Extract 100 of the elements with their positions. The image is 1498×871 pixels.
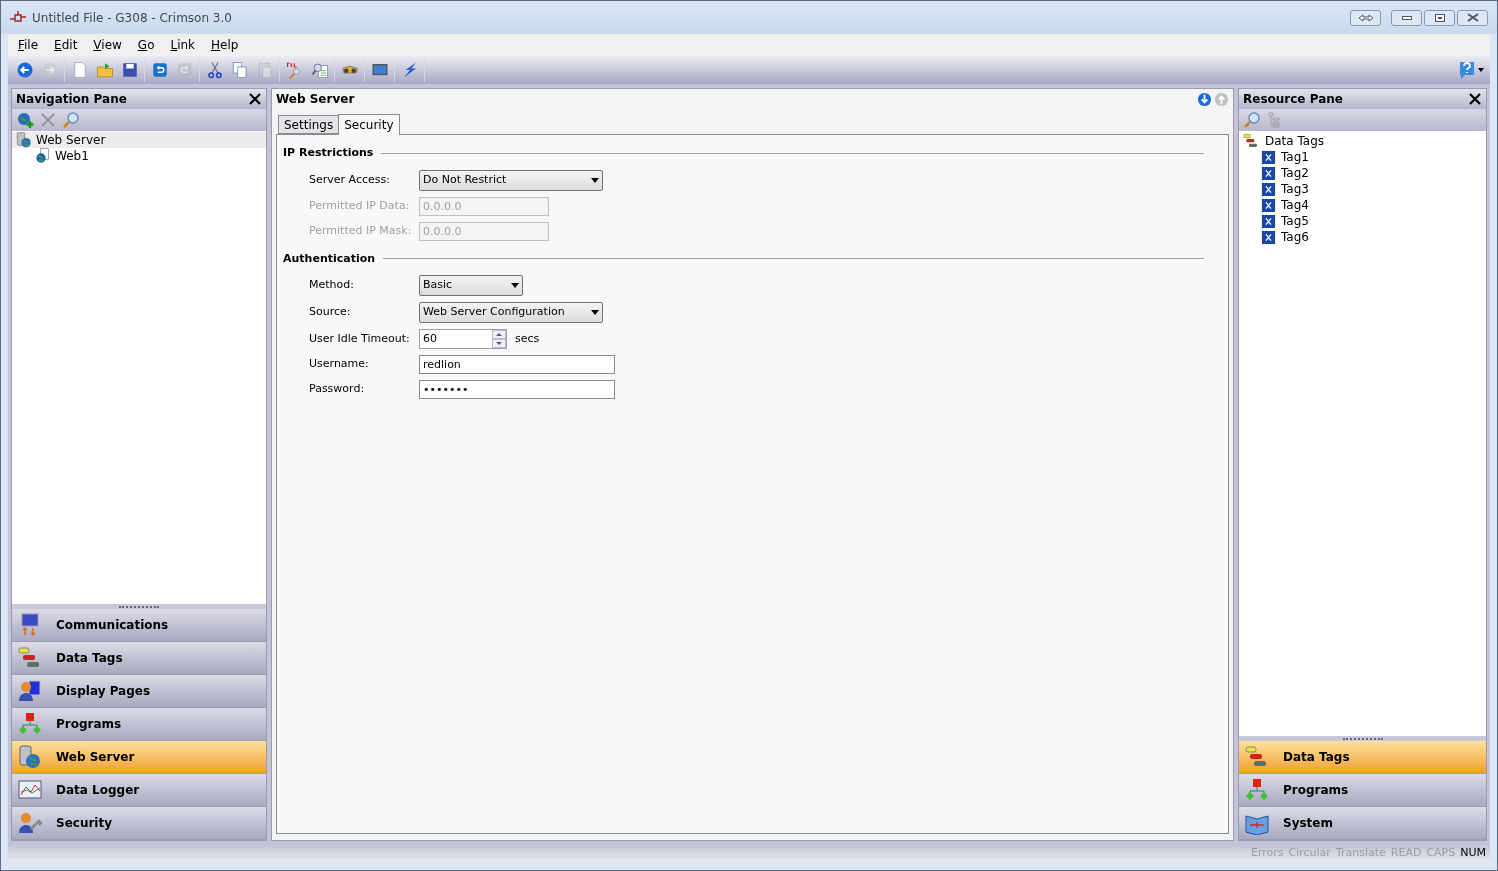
close-button[interactable] — [248, 92, 262, 106]
field-label: Permitted IP Mask: — [309, 222, 413, 239]
minimize-icon — [1401, 15, 1412, 20]
maximize-icon — [1434, 13, 1445, 22]
tree-item[interactable]: Tag1 — [1239, 149, 1486, 165]
down-icon[interactable] — [492, 339, 506, 348]
status-indicator: NUM — [1460, 844, 1486, 861]
menu-item[interactable]: Help — [205, 36, 245, 54]
category-button[interactable]: Data Tags — [1239, 741, 1486, 774]
category-button[interactable]: Display Pages — [12, 675, 266, 708]
tag-icon — [1261, 229, 1276, 245]
chart-icon — [18, 778, 42, 802]
category-button[interactable]: System — [1239, 807, 1486, 840]
status-indicator: READ — [1390, 844, 1422, 861]
tag-icon — [1261, 213, 1276, 229]
up-icon[interactable] — [492, 330, 506, 339]
editor-title: Web Server — [276, 91, 355, 108]
window-title: Untitled File - G308 - Crimson 3.0 — [32, 9, 232, 27]
back-icon — [15, 61, 34, 79]
close-button[interactable] — [1468, 92, 1482, 106]
person-key-icon — [18, 811, 42, 835]
tree-item[interactable]: Tag2 — [1239, 165, 1486, 181]
down-arrow-icon[interactable] — [1197, 91, 1212, 107]
tags-icon — [18, 646, 42, 670]
forward-icon — [40, 61, 59, 79]
menu-item[interactable]: Link — [164, 36, 202, 54]
find-icon — [310, 61, 329, 79]
close-icon — [1466, 13, 1479, 22]
dropdown[interactable]: Web Server Configuration — [419, 302, 603, 323]
tree-item[interactable]: Tag3 — [1239, 181, 1486, 197]
cut-icon — [205, 61, 224, 79]
section-heading: Authentication — [283, 250, 376, 267]
field-label: Method: — [309, 277, 355, 294]
undo-icon — [150, 61, 169, 79]
status-indicator: Errors — [1250, 844, 1284, 861]
tree-item[interactable]: Tag4 — [1239, 197, 1486, 213]
server-globe-icon — [16, 132, 32, 148]
tab[interactable]: Settings — [278, 115, 339, 134]
search-icon[interactable] — [62, 111, 80, 129]
number-field[interactable]: 60 — [419, 329, 507, 349]
status-indicator: CAPS — [1426, 844, 1456, 861]
tree-item[interactable]: Data Tags — [1239, 133, 1486, 149]
server-globe-icon — [18, 745, 42, 769]
tag-icon — [1261, 197, 1276, 213]
field-label: Source: — [309, 304, 352, 321]
globe-icon — [35, 148, 51, 164]
tree-item[interactable]: Web Server — [12, 132, 266, 148]
copy-icon — [230, 61, 249, 79]
pane-title: Resource Pane — [1243, 91, 1343, 108]
redo-icon — [175, 61, 194, 79]
flowchart-icon — [18, 712, 42, 736]
tag-icon — [1261, 149, 1276, 165]
paste-icon — [255, 61, 274, 79]
section-heading: IP Restrictions — [283, 145, 374, 161]
field-label: Password: — [309, 381, 366, 398]
double-arrow-icon — [1357, 13, 1374, 22]
tag-icon — [1261, 165, 1276, 181]
menu-item[interactable]: Go — [131, 36, 161, 54]
caret-icon — [511, 283, 519, 288]
pane-title: Navigation Pane — [16, 91, 127, 108]
unit-label: secs — [515, 330, 540, 347]
category-button[interactable]: Programs — [12, 708, 266, 741]
caret-icon — [591, 177, 599, 183]
field-label: User Idle Timeout: — [309, 330, 411, 347]
save-icon — [120, 61, 139, 79]
caret-icon — [591, 310, 599, 315]
menu-item[interactable]: View — [87, 36, 128, 54]
tree-item[interactable]: Web1 — [12, 148, 266, 164]
flowchart-icon — [1245, 778, 1269, 802]
minimize-button[interactable] — [1391, 9, 1422, 26]
caret-icon — [1478, 68, 1484, 72]
dropdown[interactable]: Basic — [419, 275, 523, 296]
open-folder-icon — [95, 61, 114, 79]
help-icon — [1459, 61, 1475, 79]
category-button[interactable]: Programs — [1239, 774, 1486, 807]
category-button[interactable]: Communications — [12, 609, 266, 642]
menu-item[interactable]: File — [12, 36, 45, 54]
status-indicator: Translate — [1335, 844, 1386, 861]
tags-icon — [1243, 133, 1259, 149]
category-button[interactable]: Data Logger — [12, 774, 266, 807]
search-icon[interactable] — [1243, 111, 1261, 129]
text-field[interactable]: ••••••• — [419, 380, 615, 399]
tree-item[interactable]: Tag6 — [1239, 229, 1486, 245]
restore-layout-button[interactable] — [1350, 9, 1381, 26]
person-screen-icon — [18, 679, 42, 703]
category-button[interactable]: Security — [12, 807, 266, 840]
category-button[interactable]: Web Server — [12, 741, 266, 774]
category-button[interactable]: Data Tags — [12, 642, 266, 675]
tab[interactable]: Security — [338, 114, 400, 135]
dropdown[interactable]: Do Not Restrict — [419, 169, 603, 191]
status-indicator: Circular — [1288, 844, 1331, 861]
app-icon — [10, 10, 26, 25]
maximize-button[interactable] — [1424, 9, 1455, 26]
close-icon — [1469, 93, 1481, 105]
close-icon — [249, 93, 261, 105]
menu-item[interactable]: Edit — [48, 36, 84, 54]
tree-item[interactable]: Tag5 — [1239, 213, 1486, 229]
text-field[interactable]: redlion — [419, 355, 615, 374]
add-globe-icon[interactable] — [16, 111, 34, 129]
tags-icon — [1245, 745, 1269, 769]
